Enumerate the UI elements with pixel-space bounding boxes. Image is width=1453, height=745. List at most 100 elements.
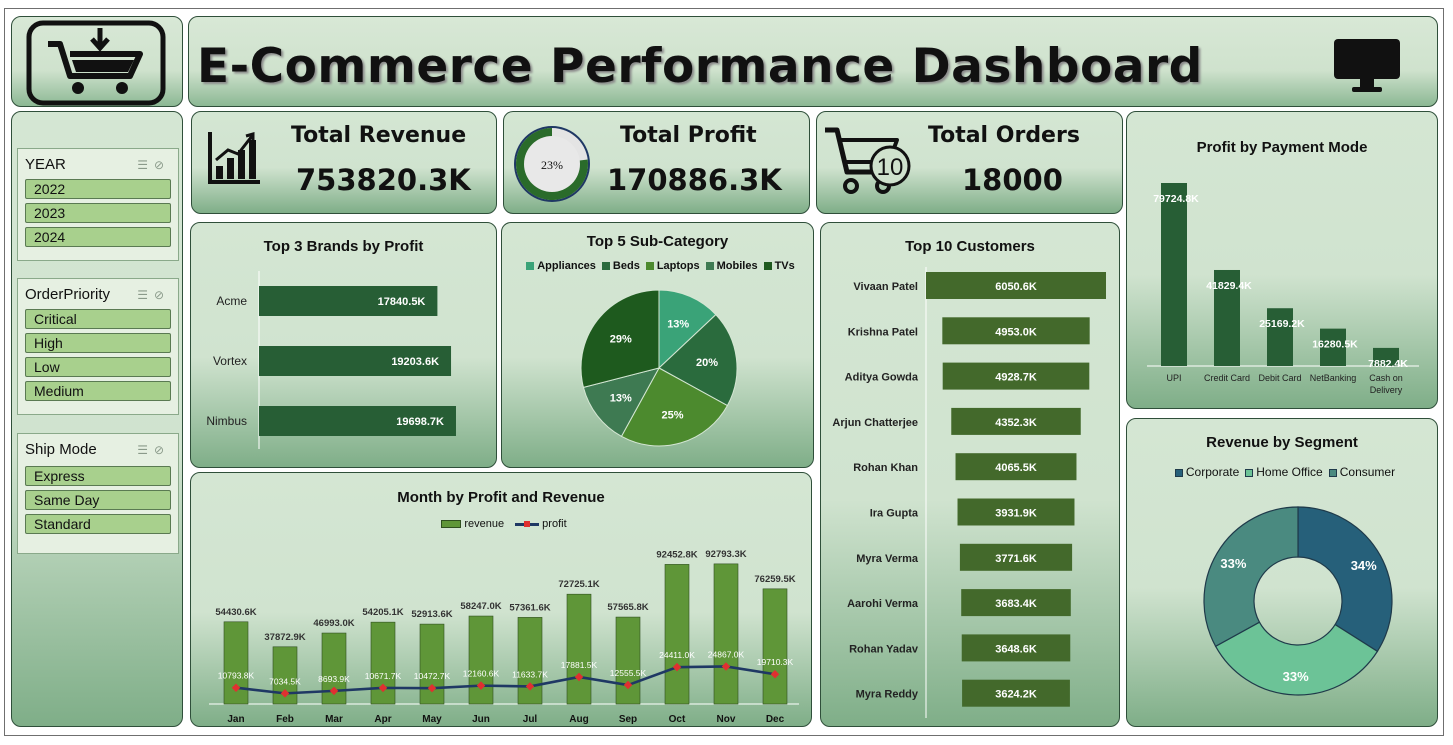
subcat-pie-chart: 13% 20% 25% 13% 29% bbox=[580, 289, 738, 447]
cart-badge-label: 10 bbox=[877, 154, 904, 181]
month-tick-label: May bbox=[422, 714, 442, 725]
payment-value-label: 25169.2K bbox=[1259, 318, 1305, 330]
brand-value-label: 19203.6K bbox=[391, 356, 439, 368]
month-tick-label: Apr bbox=[374, 714, 391, 725]
revenue-bar bbox=[566, 593, 592, 705]
profit-value-label: 7034.5K bbox=[269, 676, 301, 686]
payment-bar bbox=[1267, 308, 1293, 366]
profit-value-label: 17881.5K bbox=[561, 660, 598, 670]
pie-slice-label: 25% bbox=[661, 409, 683, 421]
month-tick-label: Jan bbox=[227, 714, 244, 725]
revenue-value-label: 92452.8K bbox=[656, 549, 697, 560]
month-tick-label: Oct bbox=[669, 714, 686, 725]
profit-value-label: 10472.7K bbox=[414, 671, 451, 681]
revenue-value-label: 52913.6K bbox=[411, 609, 452, 620]
profit-value-label: 24411.0K bbox=[659, 650, 695, 660]
revenue-bar bbox=[517, 617, 543, 705]
revenue-value-label: 57565.8K bbox=[607, 602, 648, 613]
customer-name-label: Rohan Yadav bbox=[849, 643, 919, 655]
slicer-item-same-day[interactable]: Same Day bbox=[25, 490, 171, 510]
customer-name-label: Aditya Gowda bbox=[845, 372, 919, 384]
customer-name-label: Myra Verma bbox=[856, 553, 919, 565]
donut-slice-label: 34% bbox=[1351, 558, 1377, 573]
customer-value-label: 6050.6K bbox=[995, 281, 1037, 293]
revenue-value-label: 54205.1K bbox=[362, 607, 403, 618]
ship-slicer-title: Ship Mode bbox=[25, 441, 97, 458]
bar-chart-icon bbox=[208, 132, 260, 184]
pie-slice-label: 29% bbox=[610, 333, 632, 345]
kpi-orders-card: 10 Total Orders 18000 bbox=[816, 111, 1123, 214]
customer-value-label: 3648.6K bbox=[995, 643, 1037, 655]
profit-value-label: 19710.3K bbox=[757, 657, 794, 667]
cart-download-icon bbox=[26, 20, 166, 106]
priority-slicer-title: OrderPriority bbox=[25, 286, 111, 303]
revenue-bar bbox=[615, 616, 641, 705]
month-tick-label: Sep bbox=[619, 714, 637, 725]
payment-category-label: NetBanking bbox=[1310, 373, 1357, 383]
page-title: E-Commerce Performance Dashboard bbox=[197, 39, 1203, 94]
monthly-chart-panel: Month by Profit and Revenue revenue prof… bbox=[190, 472, 812, 727]
subcat-chart-panel: Top 5 Sub-Category Appliances Beds Laptops… bbox=[501, 222, 814, 468]
slicer-item-express[interactable]: Express bbox=[25, 466, 171, 486]
slicer-item-critical[interactable]: Critical bbox=[25, 309, 171, 329]
kpi-profit-card: 23% Total Profit 170886.3K bbox=[503, 111, 810, 214]
segment-chart-panel: Revenue by Segment Corporate Home Office C… bbox=[1126, 418, 1438, 727]
payment-bar bbox=[1161, 183, 1187, 366]
donut-slice-label: 33% bbox=[1220, 556, 1246, 571]
payment-category-label: Credit Card bbox=[1204, 373, 1250, 383]
profit-value-label: 10671.7K bbox=[365, 671, 402, 681]
customer-value-label: 4065.5K bbox=[995, 462, 1037, 474]
slicer-tools-icon[interactable]: ☰⊘ bbox=[137, 443, 170, 457]
monitor-icon bbox=[1334, 39, 1400, 92]
slicer-tools-icon[interactable]: ☰⊘ bbox=[137, 158, 170, 172]
revenue-value-label: 72725.1K bbox=[558, 579, 599, 590]
slicer-item-2022[interactable]: 2022 bbox=[25, 179, 171, 199]
customer-value-label: 4352.3K bbox=[995, 417, 1037, 429]
kpi-orders-value: 18000 bbox=[962, 163, 1063, 197]
month-tick-label: Nov bbox=[717, 714, 736, 725]
customer-name-label: Aarohi Verma bbox=[847, 598, 919, 610]
header-panel: E-Commerce Performance Dashboard bbox=[188, 16, 1438, 107]
month-tick-label: Aug bbox=[569, 714, 588, 725]
donut-slice bbox=[1297, 506, 1393, 653]
payment-value-label: 7882.4K bbox=[1368, 358, 1408, 370]
pie-slice-label: 13% bbox=[667, 319, 689, 331]
slicer-item-2023[interactable]: 2023 bbox=[25, 203, 171, 223]
slicer-item-2024[interactable]: 2024 bbox=[25, 227, 171, 247]
customer-name-label: Vivaan Patel bbox=[853, 281, 918, 293]
slicer-item-standard[interactable]: Standard bbox=[25, 514, 171, 534]
donut-slice-label: 33% bbox=[1283, 669, 1309, 684]
monthly-combo-chart: 54430.6K Jan 37872.9K Feb 46993.0K Mar 54205.1… bbox=[209, 549, 799, 725]
month-tick-label: Jul bbox=[523, 714, 538, 725]
gauge-label: 23% bbox=[541, 158, 563, 172]
customer-value-label: 3624.2K bbox=[995, 689, 1037, 701]
revenue-value-label: 57361.6K bbox=[509, 602, 550, 613]
slicer-item-medium[interactable]: Medium bbox=[25, 381, 171, 401]
month-tick-label: Mar bbox=[325, 714, 343, 725]
month-tick-label: Feb bbox=[276, 714, 294, 725]
segment-donut-chart: 34% 33% 33% bbox=[1203, 506, 1393, 696]
profit-value-label: 11633.7K bbox=[512, 669, 548, 679]
brand-label: Vortex bbox=[213, 354, 247, 368]
customers-chart-panel: Top 10 Customers Vivaan Patel 6050.6K Kris… bbox=[820, 222, 1120, 727]
kpi-profit-value: 170886.3K bbox=[607, 163, 782, 197]
kpi-revenue-card: Total Revenue 753820.3K bbox=[191, 111, 497, 214]
revenue-value-label: 58247.0K bbox=[460, 601, 501, 612]
brands-chart-panel: Top 3 Brands by Profit Acme 17840.5K Vorte… bbox=[190, 222, 497, 468]
revenue-value-label: 92793.3K bbox=[705, 549, 746, 560]
kpi-revenue-value: 753820.3K bbox=[296, 163, 471, 197]
slicer-item-low[interactable]: Low bbox=[25, 357, 171, 377]
brand-label: Nimbus bbox=[206, 414, 247, 428]
slicer-item-high[interactable]: High bbox=[25, 333, 171, 353]
slicer-tools-icon[interactable]: ☰⊘ bbox=[137, 288, 170, 302]
ship-mode-slicer: Ship Mode ☰⊘ Express Same Day Standard bbox=[17, 433, 179, 554]
year-slicer: YEAR ☰⊘ 2022 2023 2024 bbox=[17, 148, 179, 261]
pie-slice-label: 13% bbox=[610, 393, 632, 405]
revenue-bar bbox=[762, 588, 788, 705]
kpi-revenue-label: Total Revenue bbox=[291, 123, 467, 148]
customer-name-label: Rohan Khan bbox=[853, 462, 918, 474]
customer-name-label: Myra Reddy bbox=[856, 689, 919, 701]
customer-value-label: 3683.4K bbox=[995, 598, 1037, 610]
revenue-bar bbox=[468, 615, 494, 705]
month-tick-label: Dec bbox=[766, 714, 785, 725]
